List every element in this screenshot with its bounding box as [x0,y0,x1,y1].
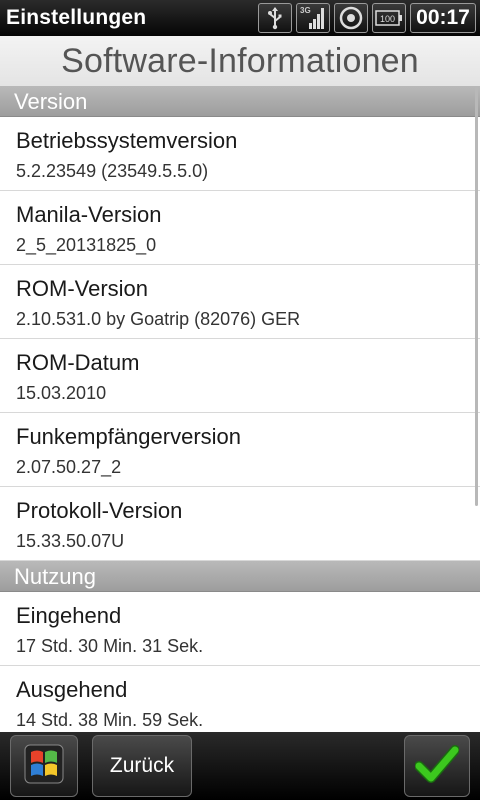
signal-3g-icon[interactable]: 3G [296,3,330,33]
info-list[interactable]: Version Betriebssystemversion 5.2.23549 … [0,86,480,732]
list-item-incoming[interactable]: Eingehend 17 Std. 30 Min. 31 Sek. [0,592,480,666]
item-label: Ausgehend [16,677,128,702]
item-value: 2_5_20131825_0 [16,235,157,255]
item-value: 5.2.23549 (23549.5.5.0) [16,161,209,181]
page-title: Software-Informationen [0,36,480,86]
item-label: Manila-Version [16,202,162,227]
bottom-bar: Zurück [0,732,480,800]
ok-button[interactable] [404,735,470,797]
list-item-radio-version[interactable]: Funkempfängerversion 2.07.50.27_2 [0,413,480,487]
usb-icon[interactable] [258,3,292,33]
battery-text: 100 [380,14,395,24]
list-item-manila-version[interactable]: Manila-Version 2_5_20131825_0 [0,191,480,265]
item-value: 17 Std. 30 Min. 31 Sek. [16,636,204,656]
item-label: Eingehend [16,603,122,628]
list-item-rom-date[interactable]: ROM-Datum 15.03.2010 [0,339,480,413]
section-header-version: Version [0,86,480,117]
item-value: 14 Std. 38 Min. 59 Sek. [16,710,204,730]
item-value: 2.07.50.27_2 [16,457,122,477]
item-label: ROM-Version [16,276,149,301]
start-button[interactable] [10,735,78,797]
status-bar: Einstellungen 3G 100 00:17 [0,0,480,36]
item-value: 2.10.531.0 by Goatrip (82076) GER [16,309,301,329]
list-item-outgoing[interactable]: Ausgehend 14 Std. 38 Min. 59 Sek. [0,666,480,732]
list-item-rom-version[interactable]: ROM-Version 2.10.531.0 by Goatrip (82076… [0,265,480,339]
section-header-usage: Nutzung [0,561,480,592]
item-label: Funkempfängerversion [16,424,242,449]
windows-start-icon [23,743,65,790]
checkmark-icon [414,744,460,789]
network-type-label: 3G [300,6,311,15]
item-label: Protokoll-Version [16,498,183,523]
app-title: Einstellungen [6,6,147,29]
item-value: 15.33.50.07U [16,531,125,551]
sync-icon[interactable] [334,3,368,33]
clock[interactable]: 00:17 [410,3,476,33]
list-item-protocol-version[interactable]: Protokoll-Version 15.33.50.07U [0,487,480,561]
item-label: ROM-Datum [16,350,140,375]
back-button[interactable]: Zurück [92,735,192,797]
list-item-os-version[interactable]: Betriebssystemversion 5.2.23549 (23549.5… [0,117,480,191]
scrollbar[interactable] [475,86,478,506]
battery-icon[interactable]: 100 [372,3,406,33]
item-value: 15.03.2010 [16,383,107,403]
item-label: Betriebssystemversion [16,128,238,153]
